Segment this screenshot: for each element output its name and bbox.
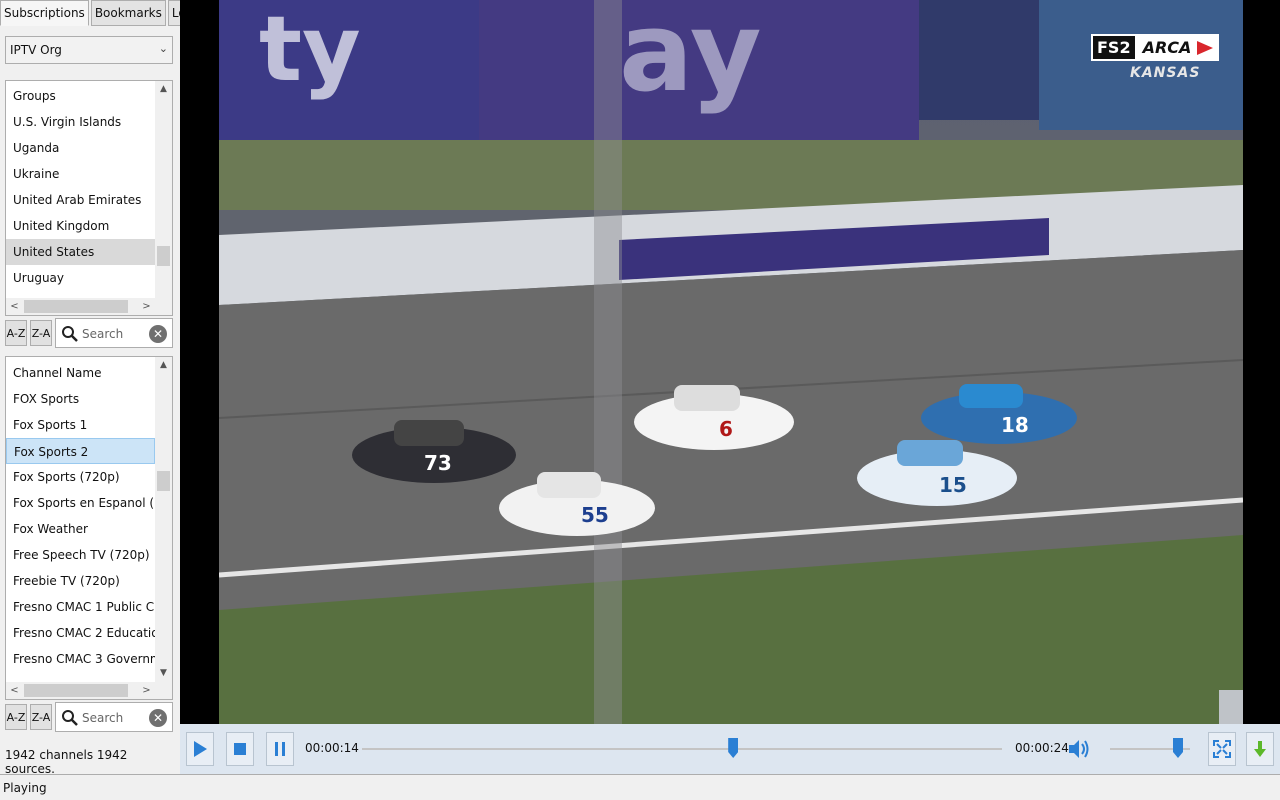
groups-horizontal-scrollbar[interactable]: < > <box>6 298 155 315</box>
seek-bar[interactable] <box>362 748 1002 750</box>
channels-vertical-scrollbar[interactable]: ▲ ▼ <box>155 357 172 682</box>
channel-list-item[interactable]: Fox Sports 1 <box>6 412 155 438</box>
svg-text:55: 55 <box>581 503 609 527</box>
groups-search-input[interactable] <box>82 324 148 344</box>
fullscreen-button[interactable] <box>1208 732 1236 766</box>
group-list-item[interactable]: Uruguay <box>6 265 155 291</box>
channel-count: 1942 channels 1942 sources. <box>5 748 128 776</box>
groups-scroll-thumb[interactable] <box>157 246 170 266</box>
svg-text:15: 15 <box>939 473 967 497</box>
groups-header: Groups <box>13 89 56 103</box>
video-frame[interactable]: ty ay 73 55 6 15 18 FS2 ARCA KANSAS <box>219 0 1243 724</box>
channel-list-item[interactable]: Fox Sports 2 <box>6 438 155 464</box>
channels-sort-za-button[interactable]: Z-A <box>30 704 52 730</box>
channels-hscroll-thumb[interactable] <box>24 684 128 697</box>
channels-scroll-thumb[interactable] <box>157 471 170 491</box>
group-list-item[interactable]: Uganda <box>6 135 155 161</box>
scroll-left-icon[interactable]: < <box>6 682 23 699</box>
elapsed-time: 00:00:14 <box>305 741 359 755</box>
tab-subscriptions[interactable]: Subscriptions <box>0 0 89 26</box>
left-panel: Subscriptions Bookmarks Locals IPTV Org … <box>0 0 214 776</box>
group-list-item[interactable]: U.S. Virgin Islands <box>6 109 155 135</box>
seek-thumb[interactable] <box>728 738 739 758</box>
channels-filter-bar: A-Z Z-A ✕ <box>5 702 173 732</box>
group-list-item[interactable]: United Arab Emirates <box>6 187 155 213</box>
channel-list-item[interactable]: FOX Sports <box>6 386 155 412</box>
source-dropdown-value: IPTV Org <box>10 43 62 57</box>
channel-list-item[interactable]: Fresno CMAC 1 Public Channel <box>6 594 155 620</box>
group-list-item[interactable]: United Kingdom <box>6 213 155 239</box>
volume-thumb[interactable] <box>1173 738 1183 758</box>
pause-button[interactable] <box>266 732 294 766</box>
speaker-icon[interactable] <box>1068 738 1090 763</box>
video-player-area[interactable]: ty ay 73 55 6 15 18 FS2 ARCA KANSAS <box>180 0 1280 724</box>
download-arrow-icon <box>1254 741 1266 757</box>
stop-button[interactable] <box>226 732 254 766</box>
channels-search-box: ✕ <box>55 702 173 732</box>
groups-list[interactable]: Groups U.S. Virgin Islands Uganda Ukraine U… <box>5 80 173 316</box>
network-logo: FS2 <box>1091 34 1137 61</box>
play-button[interactable] <box>186 732 214 766</box>
race-video-image: ty ay 73 55 6 15 18 <box>219 0 1243 724</box>
search-icon <box>62 710 78 726</box>
groups-sort-az-button[interactable]: A-Z <box>5 320 27 346</box>
channel-list-item[interactable]: Freebie TV (720p) <box>6 568 155 594</box>
channels-sort-az-button[interactable]: A-Z <box>5 704 27 730</box>
channels-horizontal-scrollbar[interactable]: < > <box>6 682 155 699</box>
channel-list-item[interactable]: Fresno CMAC 2 Education Channel <box>6 620 155 646</box>
svg-text:ay: ay <box>619 0 762 116</box>
scroll-down-icon[interactable]: ▼ <box>155 665 172 682</box>
channel-rows: Channel Name FOX Sports Fox Sports 1 Fox S… <box>6 357 155 682</box>
channel-list-item[interactable]: Fox Sports en Espanol (720p) <box>6 490 155 516</box>
groups-filter-bar: A-Z Z-A ✕ <box>5 318 173 348</box>
svg-text:6: 6 <box>719 417 733 441</box>
total-time: 00:00:24 <box>1015 741 1069 755</box>
clear-search-icon[interactable]: ✕ <box>149 709 167 727</box>
scroll-right-icon[interactable]: > <box>138 298 155 315</box>
groups-vertical-scrollbar[interactable]: ▲ <box>155 81 172 298</box>
channel-list-item[interactable]: Fox Weather <box>6 516 155 542</box>
scroll-up-icon[interactable]: ▲ <box>155 81 172 98</box>
scroll-corner <box>155 682 172 699</box>
pause-icon <box>275 742 285 756</box>
groups-hscroll-thumb[interactable] <box>24 300 128 313</box>
groups-rows: Groups U.S. Virgin Islands Uganda Ukraine U… <box>6 81 155 298</box>
svg-text:ty: ty <box>259 0 361 102</box>
scroll-down-icon[interactable] <box>155 281 172 298</box>
chevron-down-icon: ⌄ <box>158 42 168 55</box>
svg-text:73: 73 <box>424 451 452 475</box>
channel-list-item[interactable]: Fresno CMAC 3 Government Channel <box>6 646 155 672</box>
channels-header: Channel Name <box>13 366 102 380</box>
channels-list[interactable]: Channel Name FOX Sports Fox Sports 1 Fox S… <box>5 356 173 700</box>
broadcast-badge: FS2 ARCA KANSAS <box>1091 34 1220 81</box>
series-logo: ARCA <box>1136 34 1220 61</box>
svg-text:18: 18 <box>1001 413 1029 437</box>
channel-list-item[interactable]: Fox Sports (720p) <box>6 464 155 490</box>
location-label: KANSAS <box>1130 65 1201 81</box>
groups-search-box: ✕ <box>55 318 173 348</box>
search-icon <box>62 326 78 342</box>
play-icon <box>194 741 207 757</box>
player-controls: 00:00:14 00:00:24 <box>180 724 1280 774</box>
channel-list-item[interactable]: Free Speech TV (720p) <box>6 542 155 568</box>
stop-icon <box>234 743 246 755</box>
scroll-up-icon[interactable]: ▲ <box>155 357 172 374</box>
scroll-left-icon[interactable]: < <box>6 298 23 315</box>
clear-search-icon[interactable]: ✕ <box>149 325 167 343</box>
download-button[interactable] <box>1246 732 1274 766</box>
status-bar: Playing <box>0 774 1280 800</box>
channels-search-input[interactable] <box>82 708 148 728</box>
scroll-corner <box>155 298 172 315</box>
group-list-item[interactable]: United States <box>6 239 155 265</box>
fullscreen-icon <box>1213 740 1231 758</box>
group-list-item[interactable]: Ukraine <box>6 161 155 187</box>
tab-bookmarks[interactable]: Bookmarks <box>90 0 166 26</box>
groups-sort-za-button[interactable]: Z-A <box>30 320 52 346</box>
scroll-right-icon[interactable]: > <box>138 682 155 699</box>
source-dropdown[interactable]: IPTV Org ⌄ <box>5 36 173 64</box>
